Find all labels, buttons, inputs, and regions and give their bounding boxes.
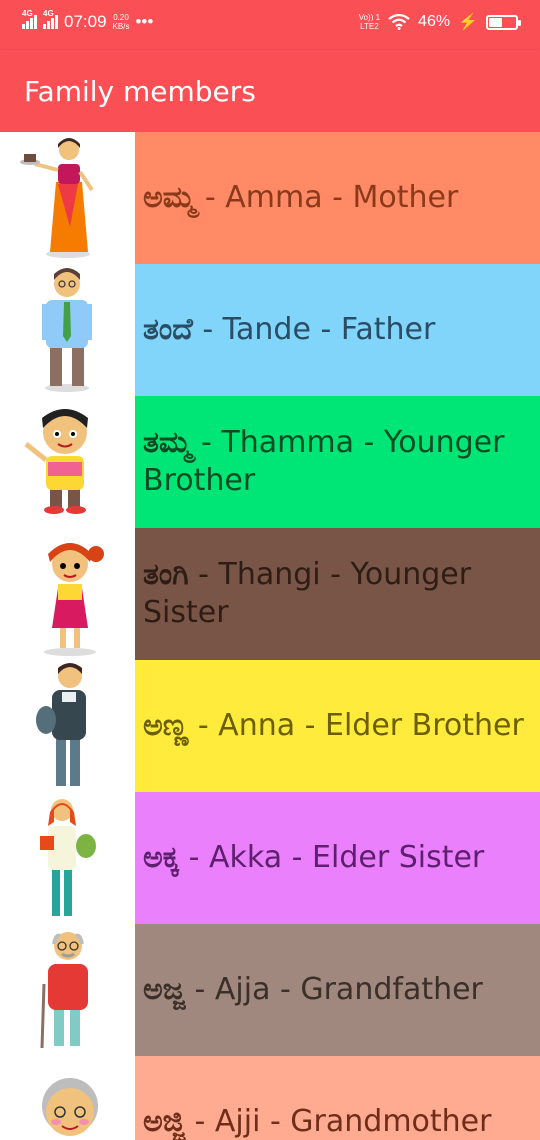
- father-illustration: [0, 264, 135, 396]
- list-item[interactable]: ಅಮ್ಮ - Amma - Mother: [0, 132, 540, 264]
- member-label: ಅಜ್ಜಿ - Ajji - Grandmother: [143, 1104, 492, 1139]
- family-members-list[interactable]: ಅಮ್ಮ - Amma - Mother ತಂದೆ - Tande - Fath…: [0, 132, 540, 1140]
- clock: 07:09: [64, 12, 107, 31]
- volte-indicator: Vo)) 1 LTE2: [358, 13, 381, 31]
- network-speed: 0.20 KB/s: [112, 13, 130, 31]
- member-label: ತಂದೆ - Tande - Father: [143, 312, 436, 347]
- list-item[interactable]: ಅಣ್ಣ - Anna - Elder Brother: [0, 660, 540, 792]
- app-bar: Family members: [0, 50, 540, 132]
- younger-sister-illustration: [0, 528, 135, 660]
- member-label: ತಮ್ಮ - Thamma - Younger Brother: [143, 425, 505, 498]
- mother-illustration: [0, 132, 135, 264]
- member-label: ಅಣ್ಣ - Anna - Elder Brother: [143, 708, 524, 743]
- grandfather-illustration: [0, 924, 135, 1056]
- grandmother-illustration: [0, 1056, 135, 1140]
- member-label: ಅಜ್ಜ - Ajja - Grandfather: [143, 972, 483, 1007]
- battery-percent: 46%: [418, 13, 451, 30]
- page-title: Family members: [24, 74, 256, 108]
- elder-brother-illustration: [0, 660, 135, 792]
- list-item[interactable]: ಅಜ್ಜ - Ajja - Grandfather: [0, 924, 540, 1056]
- member-label-cell[interactable]: ಅಕ್ಕ - Akka - Elder Sister: [135, 792, 540, 924]
- status-bar: 4G 4G 07:09 0.20 KB/s ••• Vo)) 1 LTE2 46% …: [0, 0, 540, 50]
- member-label-cell[interactable]: ಅಮ್ಮ - Amma - Mother: [135, 132, 540, 264]
- member-label-cell[interactable]: ಅಣ್ಣ - Anna - Elder Brother: [135, 660, 540, 792]
- elder-sister-illustration: [0, 792, 135, 924]
- member-label-cell[interactable]: ತಂಗಿ - Thangi - Younger Sister: [135, 528, 540, 660]
- younger-brother-illustration: [0, 396, 135, 528]
- battery-icon: [486, 14, 521, 30]
- list-item[interactable]: ಅಕ್ಕ - Akka - Elder Sister: [0, 792, 540, 924]
- list-item[interactable]: ತಂಗಿ - Thangi - Younger Sister: [0, 528, 540, 660]
- wifi-icon: [388, 14, 410, 30]
- list-item[interactable]: ತಂದೆ - Tande - Father: [0, 264, 540, 396]
- member-label-cell[interactable]: ತಂದೆ - Tande - Father: [135, 264, 540, 396]
- member-label-cell[interactable]: ಅಜ್ಜ - Ajja - Grandfather: [135, 924, 540, 1056]
- member-label: ಅಮ್ಮ - Amma - Mother: [143, 180, 459, 215]
- member-label-cell[interactable]: ತಮ್ಮ - Thamma - Younger Brother: [135, 396, 540, 528]
- member-label: ಅಕ್ಕ - Akka - Elder Sister: [143, 840, 485, 875]
- signal-icon-2: 4G: [43, 9, 58, 29]
- member-label-cell[interactable]: ಅಜ್ಜಿ - Ajji - Grandmother: [135, 1056, 540, 1140]
- charging-icon: ⚡: [458, 14, 478, 31]
- member-label: ತಂಗಿ - Thangi - Younger Sister: [143, 557, 472, 630]
- list-item[interactable]: ಅಜ್ಜಿ - Ajji - Grandmother: [0, 1056, 540, 1140]
- signal-icon: 4G: [22, 9, 37, 29]
- list-item[interactable]: ತಮ್ಮ - Thamma - Younger Brother: [0, 396, 540, 528]
- more-notifications-icon: •••: [135, 12, 154, 31]
